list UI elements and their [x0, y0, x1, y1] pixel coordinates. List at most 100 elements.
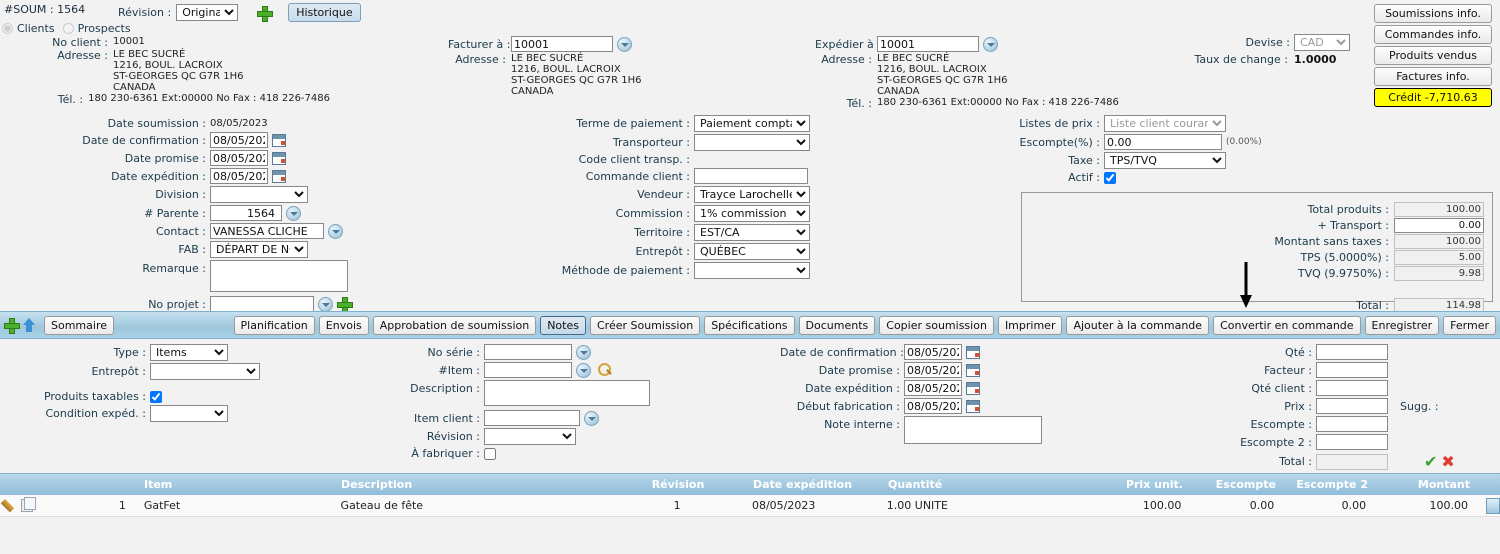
remarque-textarea[interactable] [210, 260, 348, 292]
parente-picker-icon[interactable] [286, 205, 301, 221]
methode-paiement-select[interactable] [694, 262, 810, 279]
qte-input[interactable] [1316, 344, 1388, 360]
add-line-icon[interactable] [4, 318, 20, 334]
planification-button[interactable]: Planification [233, 315, 315, 335]
actif-checkbox[interactable] [1104, 171, 1116, 184]
credit-button[interactable]: Crédit -7,710.63 [1374, 88, 1492, 107]
calendar-icon[interactable] [966, 381, 980, 395]
th-escompte[interactable]: Escompte [1198, 478, 1288, 491]
revision-select[interactable]: Originale [176, 4, 239, 21]
calendar-icon[interactable] [966, 399, 980, 413]
radio-clients[interactable] [2, 23, 13, 34]
th-prix-unit[interactable]: Prix unit. [1078, 478, 1198, 491]
factures-info-button[interactable]: Factures info. [1374, 67, 1492, 86]
prix-input[interactable] [1316, 398, 1388, 414]
no-serie-picker-icon[interactable] [576, 344, 591, 360]
search-icon[interactable] [598, 363, 612, 377]
ajouter-commande-button[interactable]: Ajouter à la commande [1066, 315, 1210, 335]
approbation-soumission-button[interactable]: Approbation de soumission [372, 315, 537, 335]
facturer-input[interactable] [511, 36, 613, 52]
devise-select[interactable]: CAD [1294, 34, 1350, 51]
add-revision-icon[interactable] [257, 5, 274, 22]
vendeur-select[interactable]: Trayce Larochelle [694, 186, 810, 203]
date-promise-input[interactable] [210, 150, 268, 166]
copier-soumission-button[interactable]: Copier soumission [879, 315, 994, 335]
escompte-pct-input[interactable] [1104, 134, 1222, 150]
entrepot-select[interactable]: QUÉBEC [694, 243, 810, 260]
item-client-picker-icon[interactable] [584, 410, 599, 426]
division-select[interactable] [210, 186, 308, 203]
detail-date-promise-input[interactable] [904, 362, 962, 378]
item-number-input[interactable] [484, 362, 572, 378]
fermer-button[interactable]: Fermer [1443, 315, 1496, 335]
edit-icon[interactable] [5, 499, 18, 512]
move-up-icon[interactable] [22, 318, 36, 332]
detail-date-expedition-input[interactable] [904, 380, 962, 396]
th-quantite[interactable]: Quantité [878, 478, 1078, 491]
confirm-icon[interactable]: ✔ [1424, 452, 1437, 471]
detail-description-textarea[interactable] [484, 380, 650, 406]
notes-button[interactable]: Notes [540, 315, 586, 335]
commandes-info-button[interactable]: Commandes info. [1374, 25, 1492, 44]
calendar-icon[interactable] [966, 345, 980, 359]
debut-fabrication-input[interactable] [904, 398, 962, 414]
creer-soumission-button[interactable]: Créer Soumission [589, 315, 701, 335]
fab-select[interactable]: DÉPART DE NOTRE [210, 241, 308, 258]
th-description[interactable]: Description [335, 478, 613, 491]
commission-select[interactable]: 1% commission [694, 205, 810, 222]
th-montant[interactable]: Montant [1388, 478, 1488, 491]
transport-input[interactable] [1394, 217, 1484, 233]
item-picker-icon[interactable] [576, 362, 591, 378]
historique-button[interactable]: Historique [288, 3, 361, 22]
calendar-icon[interactable] [966, 363, 980, 377]
contact-picker-icon[interactable] [328, 223, 343, 239]
territoire-select[interactable]: EST/CA [694, 224, 810, 241]
facteur-input[interactable] [1316, 362, 1388, 378]
qte-client-input[interactable] [1316, 380, 1388, 396]
facturer-picker-icon[interactable] [617, 36, 632, 52]
detail-type-select[interactable]: Items [150, 344, 228, 361]
convertir-commande-button[interactable]: Convertir en commande [1213, 315, 1361, 335]
produits-vendus-button[interactable]: Produits vendus [1374, 46, 1492, 65]
commande-client-input[interactable] [694, 168, 808, 184]
row-end-button[interactable] [1486, 497, 1500, 514]
condition-exped-select[interactable] [150, 405, 228, 422]
imprimer-button[interactable]: Imprimer [997, 315, 1063, 335]
detail-date-confirmation-input[interactable] [904, 344, 962, 360]
calendar-icon[interactable] [272, 151, 286, 165]
detail-revision-select[interactable] [484, 428, 576, 445]
listes-prix-select[interactable]: Liste client courante (CA [1104, 115, 1226, 132]
taxe-select[interactable]: TPS/TVQ [1104, 152, 1226, 169]
detail-escompte2-input[interactable] [1316, 434, 1388, 450]
cancel-icon[interactable]: ✖ [1441, 452, 1454, 471]
expedier-input[interactable] [877, 36, 979, 52]
no-serie-input[interactable] [484, 344, 572, 360]
table-row[interactable]: 1 GatFet Gateau de fête 1 08/05/2023 1.0… [0, 495, 1500, 517]
sommaire-button[interactable]: Sommaire [44, 315, 114, 335]
date-expedition-input[interactable] [210, 168, 268, 184]
calendar-icon[interactable] [272, 133, 286, 147]
th-item[interactable]: Item [138, 478, 335, 491]
note-interne-textarea[interactable] [904, 416, 1042, 444]
contact-input[interactable] [210, 223, 324, 239]
add-projet-icon[interactable] [337, 297, 353, 313]
produits-taxables-checkbox[interactable] [150, 390, 162, 403]
calendar-icon[interactable] [272, 169, 286, 183]
enregistrer-button[interactable]: Enregistrer [1364, 315, 1440, 335]
a-fabriquer-checkbox[interactable] [484, 447, 496, 460]
terme-paiement-select[interactable]: Paiement comptant sur l [694, 115, 810, 132]
noprojet-input[interactable] [210, 296, 314, 312]
date-confirmation-input[interactable] [210, 132, 268, 148]
soumissions-info-button[interactable]: Soumissions info. [1374, 4, 1492, 23]
th-revision[interactable]: Révision [613, 478, 743, 491]
specifications-button[interactable]: Spécifications [704, 315, 795, 335]
item-client-input[interactable] [484, 410, 580, 426]
noprojet-picker-icon[interactable] [318, 296, 333, 312]
parente-input[interactable] [210, 205, 282, 221]
detail-escompte-input[interactable] [1316, 416, 1388, 432]
transporteur-select[interactable] [694, 134, 810, 151]
detail-entrepot-select[interactable] [150, 363, 260, 380]
expedier-picker-icon[interactable] [983, 36, 998, 52]
th-escompte2[interactable]: Escompte 2 [1288, 478, 1388, 491]
copy-icon[interactable] [21, 497, 36, 512]
